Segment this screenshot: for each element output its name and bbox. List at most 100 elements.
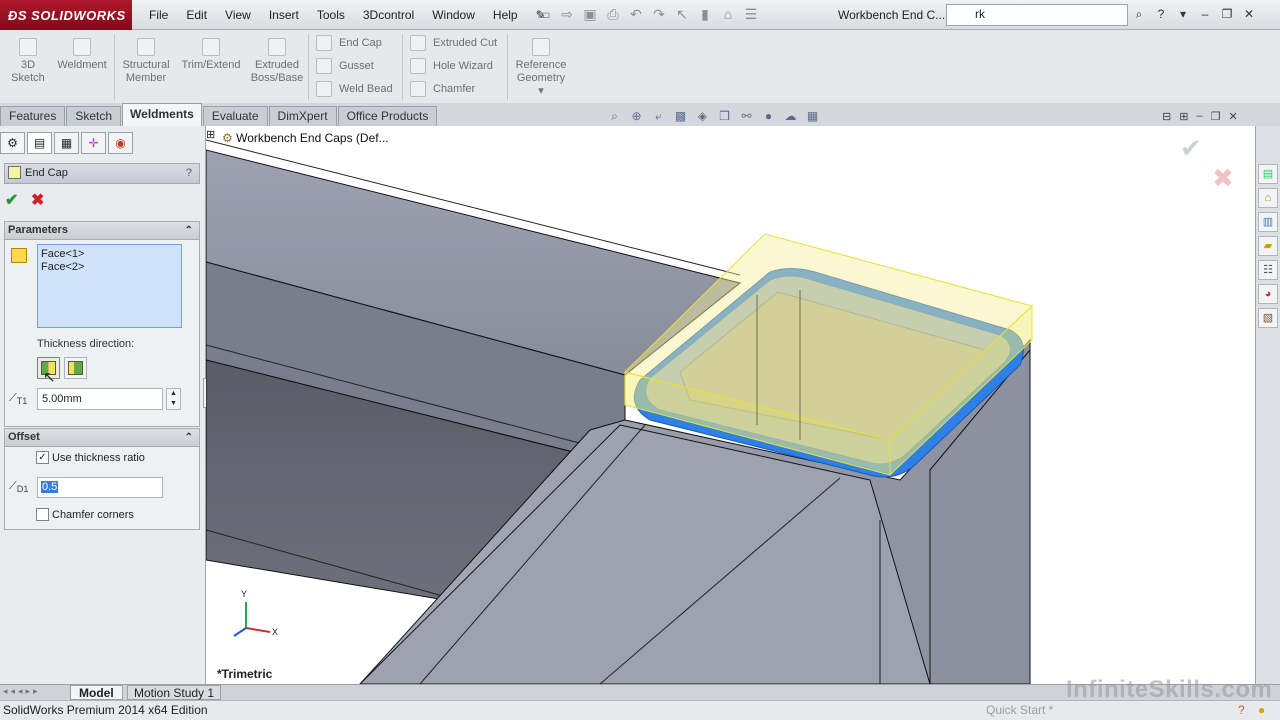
extruded-cut-button[interactable]: Extruded Cut xyxy=(410,35,497,51)
tab-evaluate[interactable]: Evaluate xyxy=(202,106,268,126)
search-icon[interactable]: ⌕ xyxy=(1130,4,1148,24)
graphics-area[interactable] xyxy=(206,126,1255,684)
solidworks-logo[interactable]: ƉS SOLIDWORKS xyxy=(0,0,132,30)
close-icon[interactable]: ✕ xyxy=(1240,4,1258,24)
collapse-chevron-icon[interactable]: ⌃ xyxy=(185,429,193,446)
scene-icon[interactable]: ☁ xyxy=(782,108,799,125)
chevron-down-icon[interactable]: ▾ xyxy=(538,85,544,97)
file-explorer-icon[interactable]: ▰ xyxy=(1258,236,1278,256)
list-item[interactable]: Face<2> xyxy=(41,261,178,274)
tab-motion-study[interactable]: Motion Study 1 xyxy=(127,685,222,700)
weldment-button[interactable]: Weldment xyxy=(54,38,110,72)
redo-icon[interactable]: ↷ xyxy=(649,4,669,24)
appearance-icon[interactable]: ● xyxy=(760,108,777,125)
structural-member-button[interactable]: Structural Member xyxy=(118,38,174,85)
view-settings-icon[interactable]: ▦ xyxy=(804,108,821,125)
view-orientation-icon[interactable]: ◈ xyxy=(694,108,711,125)
search-input[interactable]: rk xyxy=(946,4,1128,26)
dropdown-icon[interactable]: ▾ xyxy=(1174,4,1192,24)
minimize-icon[interactable]: – xyxy=(1196,4,1214,24)
options-icon[interactable]: ☰ xyxy=(741,4,761,24)
minimize-icon[interactable]: – xyxy=(1196,110,1202,123)
menu-window[interactable]: Window xyxy=(423,0,484,30)
hide-show-icon[interactable]: ⚯ xyxy=(738,108,755,125)
3d-model-view[interactable] xyxy=(206,126,1255,684)
weld-bead-button[interactable]: Weld Bead xyxy=(316,81,393,97)
list-item[interactable]: Face<1> xyxy=(41,248,178,261)
reference-geometry-button[interactable]: Reference Geometry ▾ xyxy=(512,38,570,98)
ok-check-icon[interactable]: ✔ xyxy=(5,190,18,210)
menu-view[interactable]: View xyxy=(216,0,260,30)
offset-dimension-icon: ⟋D1 xyxy=(9,480,29,495)
viewport-window-controls: ⊟ ⊞ – ❐ ✕ xyxy=(1162,110,1238,123)
property-manager-tab-icon[interactable]: ▤ xyxy=(27,132,52,154)
tab-weldments[interactable]: Weldments xyxy=(122,103,202,126)
rebuild-icon[interactable]: ▮ xyxy=(695,4,715,24)
home-icon[interactable]: ⌂ xyxy=(1258,188,1278,208)
confirm-check-icon[interactable]: ✔ xyxy=(1180,133,1202,164)
restore-icon[interactable]: ❐ xyxy=(1218,4,1236,24)
thickness-inward-button[interactable] xyxy=(64,357,87,379)
chamfer-corners-checkbox[interactable] xyxy=(36,508,49,521)
menu-insert[interactable]: Insert xyxy=(260,0,308,30)
use-thickness-ratio-checkbox[interactable]: ✓ xyxy=(36,451,49,464)
feature-tree-label[interactable]: ⚙ Workbench End Caps (Def... xyxy=(222,131,389,145)
menu-edit[interactable]: Edit xyxy=(177,0,216,30)
menu-3dcontrol[interactable]: 3Dcontrol xyxy=(354,0,423,30)
offset-ratio-input[interactable]: 0.5 xyxy=(37,477,163,498)
solidworks-resources-icon[interactable]: ▤ xyxy=(1258,164,1278,184)
zoom-to-area-icon[interactable]: ⊕ xyxy=(628,108,645,125)
open-icon[interactable]: ⇨ xyxy=(557,4,577,24)
quick-start-label[interactable]: Quick Start * xyxy=(986,701,1053,720)
offset-header[interactable]: Offset ⌃ xyxy=(5,429,199,447)
help-icon[interactable]: ? xyxy=(1152,4,1170,24)
close-icon[interactable]: ✕ xyxy=(1228,110,1237,123)
tile-icon[interactable]: ⊟ xyxy=(1162,110,1171,123)
extruded-boss-button[interactable]: Extruded Boss/Base xyxy=(248,38,306,85)
3d-sketch-button[interactable]: 3D Sketch xyxy=(8,38,48,85)
zoom-to-fit-icon[interactable]: ⌕ xyxy=(606,108,623,125)
end-cap-button[interactable]: End Cap xyxy=(316,35,382,51)
tab-scroll-arrows[interactable]: ◂◂◂▸▸ xyxy=(3,686,41,697)
cancel-x-icon[interactable]: ✖ xyxy=(31,190,44,210)
menu-file[interactable]: File xyxy=(140,0,177,30)
menu-help[interactable]: Help xyxy=(484,0,527,30)
collapse-chevron-icon[interactable]: ⌃ xyxy=(185,222,193,239)
thickness-input[interactable]: 5.00mm xyxy=(37,388,163,410)
tab-features[interactable]: Features xyxy=(0,106,66,126)
help-button[interactable]: ? xyxy=(186,164,192,183)
parameters-header[interactable]: Parameters ⌃ xyxy=(5,222,199,240)
select-icon[interactable]: ↖ xyxy=(672,4,692,24)
split-icon[interactable]: ⊞ xyxy=(1179,110,1188,123)
section-view-icon[interactable]: ▩ xyxy=(672,108,689,125)
new-document-icon[interactable]: ▭ xyxy=(534,4,554,24)
confirm-cancel-icon[interactable]: ✖ xyxy=(1212,163,1234,194)
appearances-icon[interactable]: ◕ xyxy=(1258,284,1278,304)
menu-tools[interactable]: Tools xyxy=(308,0,354,30)
configuration-manager-tab-icon[interactable]: ▦ xyxy=(54,132,79,154)
chamfer-button[interactable]: Chamfer xyxy=(410,81,475,97)
view-palette-icon[interactable]: ☷ xyxy=(1258,260,1278,280)
gusset-button[interactable]: Gusset xyxy=(316,58,374,74)
tab-sketch[interactable]: Sketch xyxy=(66,106,122,126)
feature-manager-tab-icon[interactable]: ⚙ xyxy=(0,132,25,154)
trim-extend-button[interactable]: Trim/Extend xyxy=(178,38,244,72)
print-icon[interactable]: ⎙ xyxy=(603,4,623,24)
thickness-spinner[interactable]: ▲ ▼ xyxy=(166,388,181,410)
undo-icon[interactable]: ↶ xyxy=(626,4,646,24)
previous-view-icon[interactable]: ⤶ xyxy=(650,108,667,125)
tab-model[interactable]: Model xyxy=(70,685,123,700)
tree-expand-icon[interactable]: ⊞ xyxy=(206,128,215,141)
save-icon[interactable]: ▣ xyxy=(580,4,600,24)
file-properties-icon[interactable]: ⌂ xyxy=(718,4,738,24)
face-selection-list[interactable]: Face<1> Face<2> xyxy=(37,244,182,328)
tab-office-products[interactable]: Office Products xyxy=(337,106,438,126)
display-manager-tab-icon[interactable]: ◉ xyxy=(108,132,133,154)
hole-wizard-button[interactable]: Hole Wizard xyxy=(410,58,493,74)
restore-icon[interactable]: ❐ xyxy=(1211,110,1221,123)
tab-dimxpert[interactable]: DimXpert xyxy=(268,106,337,126)
dimxpert-manager-tab-icon[interactable]: ✛ xyxy=(81,132,106,154)
custom-properties-icon[interactable]: ▧ xyxy=(1258,308,1278,328)
design-library-icon[interactable]: ▥ xyxy=(1258,212,1278,232)
display-style-icon[interactable]: ❒ xyxy=(716,108,733,125)
